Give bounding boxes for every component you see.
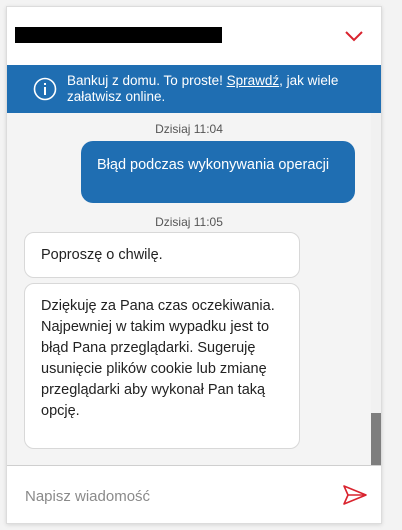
promo-banner: Bankuj z domu. To proste! Sprawdź, jak w… — [7, 65, 381, 113]
incoming-message: Dziękuję za Pana czas oczekiwania. Najpe… — [24, 283, 300, 449]
incoming-message: Poproszę o chwilę. — [24, 232, 300, 278]
scrollbar-track[interactable] — [371, 113, 381, 465]
message-input[interactable] — [23, 482, 327, 510]
scrollbar-thumb[interactable] — [371, 413, 381, 465]
message-composer — [7, 465, 381, 523]
message-list[interactable]: Dzisiaj 11:04 Błąd podczas wykonywania o… — [7, 113, 381, 465]
chat-window: Bankuj z domu. To proste! Sprawdź, jak w… — [6, 6, 382, 524]
banner-text-before: Bankuj z domu. To proste! — [67, 73, 227, 88]
banner-text: Bankuj z domu. To proste! Sprawdź, jak w… — [67, 73, 367, 105]
info-icon — [33, 77, 57, 101]
outgoing-message: Błąd podczas wykonywania operacji — [81, 141, 355, 203]
redacted-title — [15, 27, 222, 43]
send-icon — [343, 485, 367, 505]
collapse-button[interactable] — [341, 23, 367, 49]
send-button[interactable] — [341, 482, 369, 508]
banner-link[interactable]: Sprawdź — [227, 73, 280, 88]
chevron-down-icon — [345, 31, 363, 42]
timestamp-incoming: Dzisiaj 11:05 — [155, 215, 223, 229]
timestamp-outgoing: Dzisiaj 11:04 — [155, 122, 223, 136]
chat-header — [7, 7, 381, 65]
